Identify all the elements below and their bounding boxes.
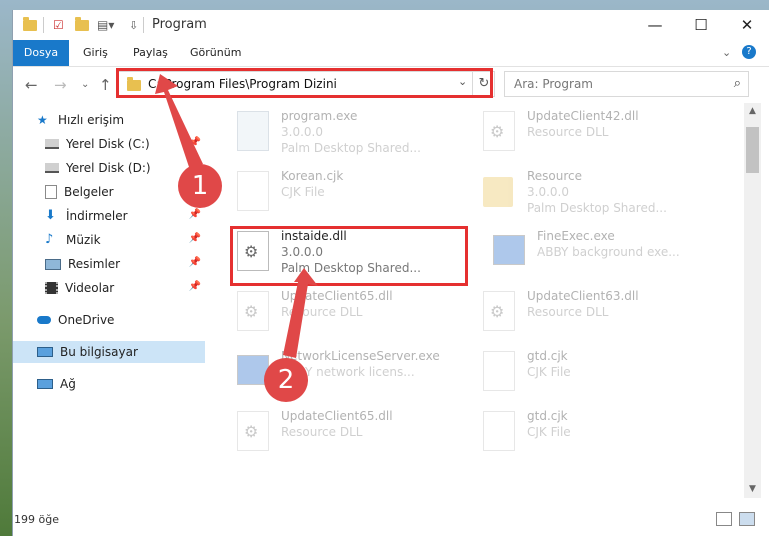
arrow-2 [283,268,318,358]
annotation-arrows [155,74,318,358]
arrow-1 [155,74,203,170]
step-badge-2: 2 [264,358,308,402]
step-badge-1: 1 [178,164,222,208]
